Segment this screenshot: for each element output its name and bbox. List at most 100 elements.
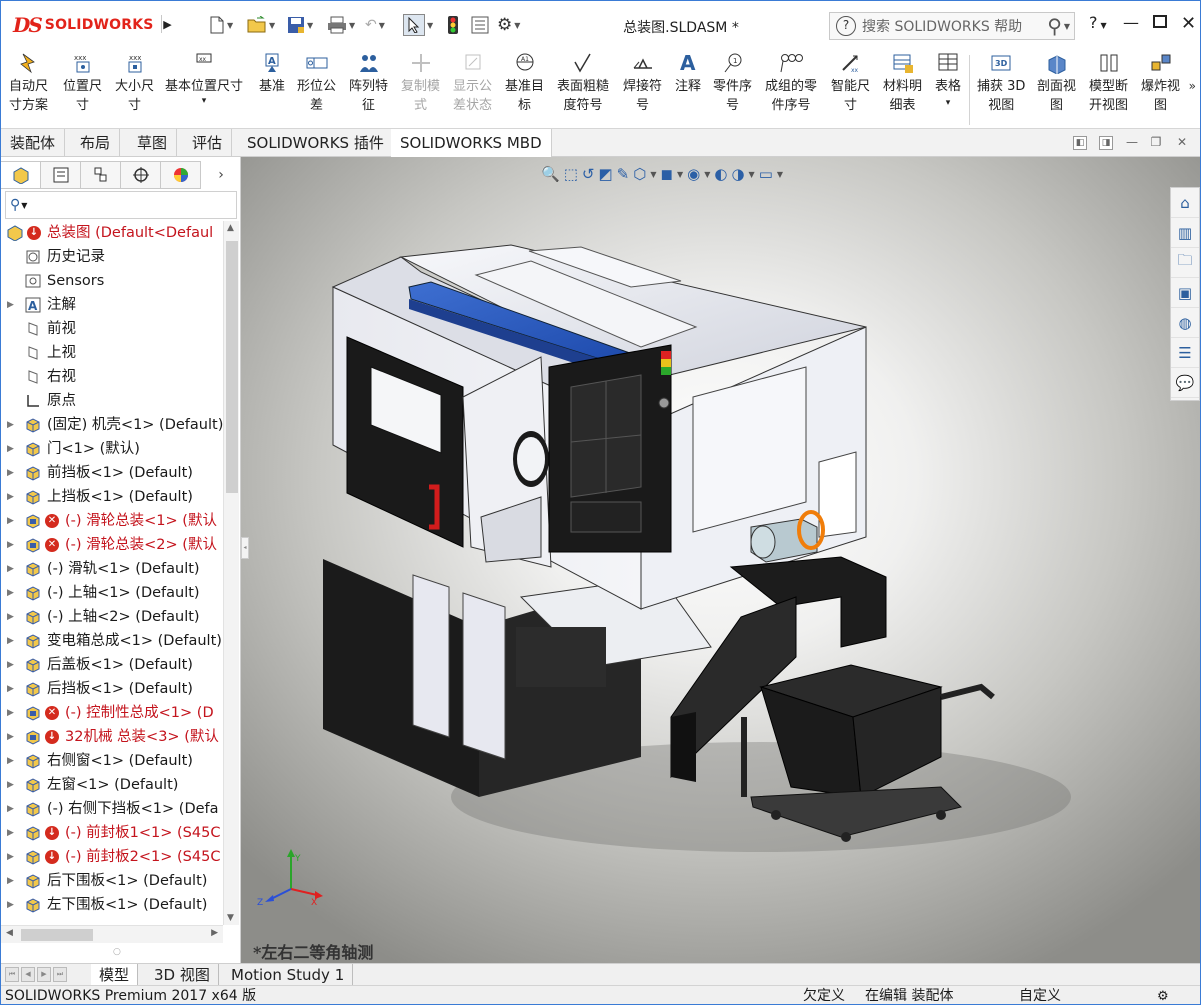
expand-arrow-icon[interactable]: ▶ [7,437,14,461]
tab-evaluate[interactable]: 评估 [183,129,233,157]
scroll-right-icon[interactable]: ▶ [211,928,218,938]
balloon-button[interactable]: 1 零件序 号 [713,51,752,115]
help-search-box[interactable]: ? 搜索 SOLIDWORKS 帮助 ⚲ ▼ [829,12,1075,40]
expand-arrow-icon[interactable]: ▶ [7,293,14,317]
viewport-tile-right-icon[interactable]: ◨ [1099,136,1113,150]
expand-arrow-icon[interactable]: ▶ [7,773,14,797]
expand-arrow-icon[interactable]: ▶ [7,485,14,509]
tree-item[interactable]: ▶ (-) 滑轨<1> (Default) [1,557,223,581]
weld-symbol-button[interactable]: 焊接符 号 [623,51,662,115]
tree-item[interactable]: ▶ (-) 右侧下挡板<1> (Defa [1,797,223,821]
expand-arrow-icon[interactable]: ▶ [7,509,14,533]
search-icon[interactable]: ⚲ [1047,14,1062,38]
location-dimension-button[interactable]: xxx 位置尺 寸 [63,51,102,115]
smart-dimension-button[interactable]: xx 智能尺 寸 [831,51,870,115]
tree-item[interactable]: ▶ ↓ (-) 前封板2<1> (S45C [1,845,223,869]
stacked-balloon-button[interactable]: 成组的零 件序号 [765,51,817,115]
chevron-down-icon[interactable]: ▾ [946,96,951,110]
table-button[interactable]: 表格 ▾ [935,51,961,110]
viewport-close-icon[interactable]: ✕ [1175,136,1189,150]
solidworks-logo[interactable]: DS SOLIDWORKS [13,13,154,37]
display-manager-tab[interactable] [161,161,201,189]
select-button[interactable]: ▼ [403,14,433,36]
undo-button[interactable]: ↶ ▼ [365,14,385,36]
tree-item[interactable]: ▶ 后下围板<1> (Default) [1,869,223,893]
tab-solidworks-mbd[interactable]: SOLIDWORKS MBD [391,129,552,158]
tree-item[interactable]: ▶ 后盖板<1> (Default) [1,653,223,677]
tab-sketch[interactable]: 草图 [128,129,178,157]
chevron-right-icon[interactable]: › [201,161,241,189]
tree-filter[interactable]: ⚲ ▼ [5,191,237,219]
tree-item[interactable]: ▶ ↓ 32机械 总装<3> (默认 [1,725,223,749]
options-button[interactable]: ⚙ ▼ [497,14,520,36]
solidworks-forum-icon[interactable]: 💬 [1171,368,1199,398]
tree-scroll-thumb[interactable] [226,241,238,493]
tree-hscroll-thumb[interactable] [21,929,93,941]
bom-button[interactable]: 材料明 细表 [883,51,922,115]
tree-item[interactable]: ▶ 前挡板<1> (Default) [1,461,223,485]
units-custom[interactable]: 自定义 [1019,986,1061,1004]
tree-item[interactable]: ▶ 后挡板<1> (Default) [1,677,223,701]
toolbar-overflow-chevron-icon[interactable]: » [1189,79,1196,93]
tree-item[interactable]: ▶ 上挡板<1> (Default) [1,485,223,509]
tab-model[interactable]: 模型 [91,964,139,986]
rebuild-button[interactable] [447,14,459,36]
tree-item[interactable]: ▶ 左窗<1> (Default) [1,773,223,797]
expand-arrow-icon[interactable]: ▶ [7,581,14,605]
capture-3d-view-button[interactable]: 3D 捕获 3D 视图 [977,51,1025,115]
expand-arrow-icon[interactable]: ▶ [7,749,14,773]
viewport-tile-left-icon[interactable]: ◧ [1073,136,1087,150]
tree-item[interactable]: ▶ ✕ (-) 控制性总成<1> (D [1,701,223,725]
viewport-minimize-icon[interactable]: — [1125,136,1139,150]
view-palette-icon[interactable]: ▣ [1171,278,1199,308]
exploded-view-button[interactable]: 爆炸视 图 [1141,51,1180,115]
graphics-area[interactable]: ◂ 🔍 ⬚ ↺ ◩ ✎ ⬡ ▼ ◼ ▼ ◉ ▼ ◐ ◑ ▼ ▭ ▼ ⌂ ▥ 🗀 … [241,157,1201,963]
maximize-button[interactable] [1153,13,1167,32]
viewport-restore-icon[interactable]: ❐ [1149,136,1163,150]
tree-item[interactable]: 上视 [1,341,223,365]
size-dimension-button[interactable]: xxx 大小尺 寸 [115,51,154,115]
configuration-manager-tab[interactable] [81,161,121,189]
tab-motion-study[interactable]: Motion Study 1 [223,964,354,986]
note-button[interactable]: A 注释 [675,51,701,96]
scroll-up-icon[interactable]: ▲ [227,223,234,233]
file-properties-button[interactable] [471,14,489,36]
tree-item[interactable]: ▶ (固定) 机壳<1> (Default) [1,413,223,437]
feature-tree-tab[interactable] [1,161,41,189]
tree-horizontal-scrollbar[interactable]: ◀ ▶ [1,925,223,943]
design-library-icon[interactable]: ▥ [1171,218,1199,248]
chevron-down-icon[interactable]: ▾ [202,96,207,106]
machine-3d-model[interactable] [241,157,1201,963]
auto-dimension-button[interactable]: 自动尺 寸方案 [9,51,48,115]
tree-item[interactable]: Sensors [1,269,223,293]
last-tab-icon[interactable]: ⏭ [53,967,67,982]
tree-item[interactable]: 原点 [1,389,223,413]
tree-item[interactable]: ▶ ✕ (-) 滑轮总装<1> (默认 [1,509,223,533]
expand-arrow-icon[interactable]: ▶ [7,533,14,557]
tolerance-status-button[interactable]: 显示公 差状态 [453,51,492,115]
new-document-button[interactable]: ▼ [209,14,233,36]
scroll-left-icon[interactable]: ◀ [6,928,13,938]
expand-arrow-icon[interactable]: ▶ [7,629,14,653]
open-button[interactable]: ▼ [247,14,275,36]
file-explorer-icon[interactable]: 🗀 [1171,248,1199,278]
appearances-icon[interactable]: ◍ [1171,308,1199,338]
menu-expand-arrow[interactable]: ▶ [161,15,173,33]
expand-arrow-icon[interactable]: ▶ [7,605,14,629]
expand-arrow-icon[interactable]: ▶ [7,869,14,893]
tree-item[interactable]: ▶ (-) 上轴<1> (Default) [1,581,223,605]
tree-item[interactable]: ▶ A 注解 [1,293,223,317]
tree-vertical-scrollbar[interactable]: ▲ ▼ [223,221,239,925]
tree-item[interactable]: ▶ (-) 上轴<2> (Default) [1,605,223,629]
tab-assembly[interactable]: 装配体 [1,129,66,157]
next-tab-icon[interactable]: ▶ [37,967,51,982]
close-button[interactable]: ✕ [1181,13,1196,34]
datum-button[interactable]: A 基准 [259,51,285,96]
tree-item[interactable]: ▶ 左下围板<1> (Default) [1,893,223,917]
tab-solidworks-addins[interactable]: SOLIDWORKS 插件 [238,129,394,157]
expand-arrow-icon[interactable]: ▶ [7,653,14,677]
tree-item[interactable]: ↓ 总装图 (Default<Defaul [1,221,223,245]
expand-arrow-icon[interactable]: ▶ [7,821,14,845]
geometric-tolerance-button[interactable]: 形位公 差 [297,51,336,115]
tree-item[interactable]: 历史记录 [1,245,223,269]
